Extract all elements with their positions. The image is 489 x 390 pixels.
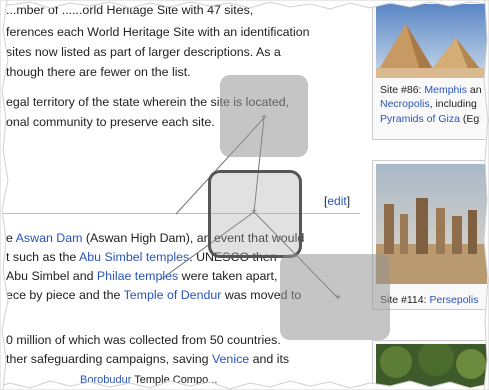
torn-paper-edge xyxy=(0,0,489,390)
wikipedia-article-page: ...mber of ......orld Heritage Site with… xyxy=(0,0,489,390)
